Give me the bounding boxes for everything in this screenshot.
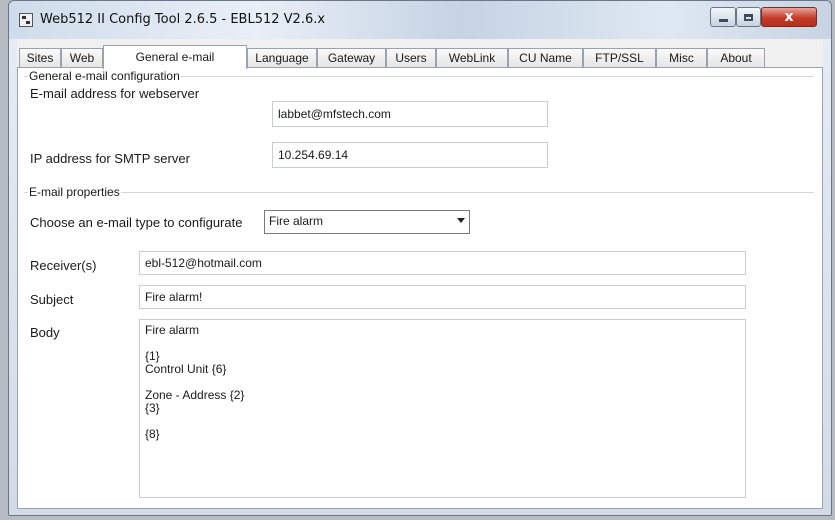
email-type-label: Choose an e-mail type to configurate [30,215,243,230]
maximize-button[interactable] [736,7,761,27]
general-email-panel: General e-mail configuration E-mail addr… [17,67,823,509]
tab-gateway[interactable]: Gateway [317,48,386,68]
general-config-group-title: General e-mail configuration [28,69,181,83]
app-icon[interactable] [19,13,33,27]
receivers-input[interactable] [139,251,746,275]
smtp-server-label: IP address for SMTP server [30,151,190,166]
close-button[interactable]: x [761,7,817,27]
chevron-down-icon [457,218,465,223]
subject-label: Subject [30,292,74,307]
group-divider [24,192,814,193]
email-type-select[interactable]: Fire alarm [264,210,470,234]
tab-about[interactable]: About [707,48,765,68]
email-properties-group-title: E-mail properties [28,185,121,199]
tab-users[interactable]: Users [386,48,436,68]
app-window: Web512 II Config Tool 2.6.5 - EBL512 V2.… [8,0,832,516]
title-bar[interactable]: Web512 II Config Tool 2.6.5 - EBL512 V2.… [9,1,831,39]
smtp-server-input[interactable] [272,142,548,168]
tab-sites[interactable]: Sites [19,48,61,68]
receivers-label: Receiver(s) [30,258,97,273]
tab-language[interactable]: Language [247,48,317,68]
minimize-button[interactable] [710,7,736,27]
tab-strip: Sites Web General e-mail Language Gatewa… [17,45,823,69]
tab-weblink[interactable]: WebLink [436,48,508,68]
minimize-icon [718,19,728,22]
subject-input[interactable] [139,285,746,309]
tab-cu-name[interactable]: CU Name [508,48,583,68]
tab-misc[interactable]: Misc [656,48,707,68]
client-area: Sites Web General e-mail Language Gatewa… [17,39,823,509]
email-address-input[interactable] [272,101,548,127]
email-address-label: E-mail address for webserver [30,86,200,101]
email-type-selected-value: Fire alarm [269,214,324,228]
tab-web[interactable]: Web [61,48,103,68]
window-title: Web512 II Config Tool 2.6.5 - EBL512 V2.… [40,12,326,27]
close-icon: x [784,9,794,25]
tab-ftp-ssl[interactable]: FTP/SSL [583,48,656,68]
body-textarea[interactable]: Fire alarm {1} Control Unit {6} Zone - A… [139,319,746,498]
maximize-icon [744,13,753,21]
tab-general-email[interactable]: General e-mail [103,45,247,69]
body-label: Body [30,325,60,340]
